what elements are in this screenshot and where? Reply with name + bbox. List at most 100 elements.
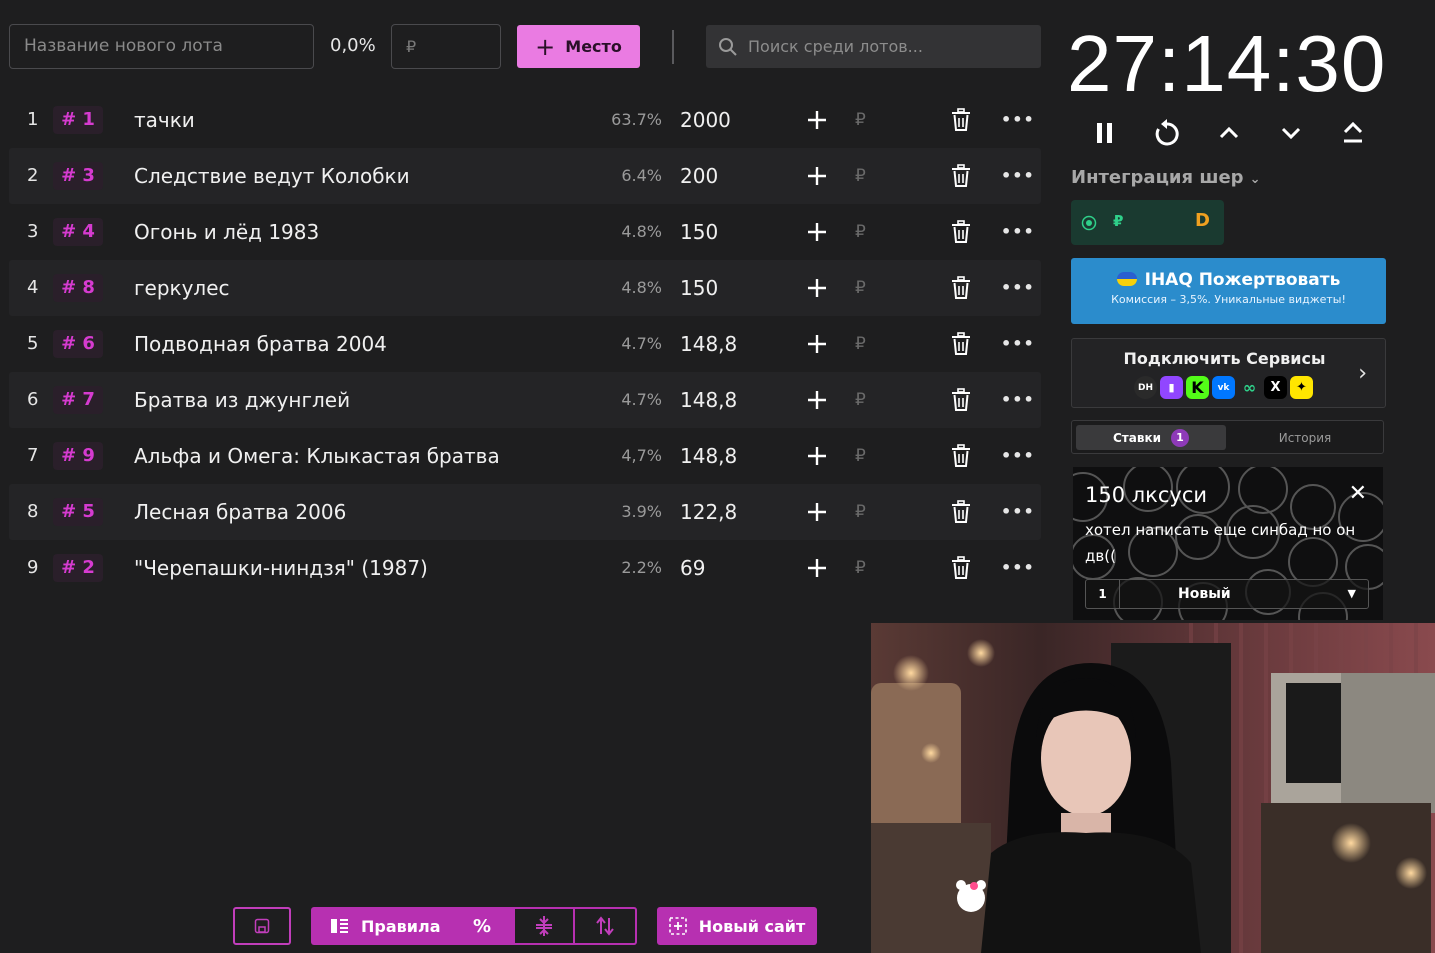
new-lot-amount-input[interactable]: ₽	[391, 24, 501, 69]
payment-integration[interactable]: ₽ D	[1071, 200, 1224, 245]
new-lot-percent: 0,0%	[330, 35, 376, 56]
lot-amount[interactable]: 122,8	[680, 484, 737, 540]
services-title: Подключить Сервисы	[1123, 349, 1326, 368]
more-icon[interactable]: •••	[1001, 204, 1035, 260]
trash-icon[interactable]	[951, 276, 971, 300]
lot-amount[interactable]: 150	[680, 260, 718, 316]
lot-name[interactable]: Лесная братва 2006	[134, 484, 346, 540]
trash-icon[interactable]	[951, 332, 971, 356]
donate-banner[interactable]: IHAQ Пожертвовать Комиссия – 3,5%. Уника…	[1071, 258, 1386, 324]
amount-input[interactable]: ₽	[855, 484, 866, 540]
lot-percent: 4.7%	[621, 390, 662, 409]
lot-amount[interactable]: 150	[680, 204, 718, 260]
bid-footer: 1 Новый ▼	[1085, 579, 1369, 609]
lot-amount[interactable]: 200	[680, 148, 718, 204]
add-amount-icon[interactable]	[805, 108, 829, 132]
add-amount-icon[interactable]	[805, 276, 829, 300]
add-amount-icon[interactable]	[805, 500, 829, 524]
lot-row[interactable]: 2 # 3 Следствие ведут Колобки 6.4% 200 ₽…	[9, 148, 1041, 204]
lot-row[interactable]: 3 # 4 Огонь и лёд 1983 4.8% 150 ₽ •••	[9, 204, 1041, 260]
lot-name[interactable]: Следствие ведут Колобки	[134, 148, 410, 204]
new-lot-name-input[interactable]: Название нового лота	[9, 24, 314, 69]
amount-input[interactable]: ₽	[855, 372, 866, 428]
new-site-button[interactable]: Новый сайт	[657, 907, 817, 945]
lot-amount[interactable]: 148,8	[680, 316, 737, 372]
connect-services[interactable]: Подключить Сервисы DH ▮ K vk ∞ X ✦ ›	[1071, 338, 1386, 408]
lot-name[interactable]: Подводная братва 2004	[134, 316, 387, 372]
lot-amount[interactable]: 148,8	[680, 428, 737, 484]
amount-input[interactable]: ₽	[855, 204, 866, 260]
integration-dropdown[interactable]: Интеграция шер ⌄	[1071, 167, 1260, 188]
chevron-down-icon[interactable]	[1276, 118, 1306, 148]
trash-icon[interactable]	[951, 164, 971, 188]
more-icon[interactable]: •••	[1001, 316, 1035, 372]
ruble-icon: ₽	[1113, 212, 1124, 230]
add-amount-icon[interactable]	[805, 164, 829, 188]
lot-row[interactable]: 5 # 6 Подводная братва 2004 4.7% 148,8 ₽…	[9, 316, 1041, 372]
lot-amount[interactable]: 2000	[680, 92, 731, 148]
reset-icon[interactable]	[1152, 118, 1182, 148]
lot-name[interactable]: Огонь и лёд 1983	[134, 204, 319, 260]
trash-icon[interactable]	[951, 444, 971, 468]
trash-icon[interactable]	[951, 500, 971, 524]
bids-tabs: Ставки 1 История	[1071, 420, 1384, 454]
trash-icon[interactable]	[951, 556, 971, 580]
chevron-up-icon[interactable]	[1214, 118, 1244, 148]
sort-button[interactable]	[575, 907, 637, 945]
add-lot-button[interactable]: + Место	[517, 25, 640, 68]
trash-icon[interactable]	[951, 108, 971, 132]
lot-name[interactable]: геркулес	[134, 260, 230, 316]
more-icon[interactable]: •••	[1001, 92, 1035, 148]
more-icon[interactable]: •••	[1001, 260, 1035, 316]
twitch-icon: ▮	[1160, 376, 1183, 399]
lot-row[interactable]: 1 # 1 тачки 63.7% 2000 ₽ •••	[9, 92, 1041, 148]
amount-input[interactable]: ₽	[855, 540, 866, 596]
add-frame-icon	[668, 917, 687, 935]
tab-bids[interactable]: Ставки 1	[1076, 425, 1226, 450]
add-amount-icon[interactable]	[805, 444, 829, 468]
lot-row[interactable]: 8 # 5 Лесная братва 2006 3.9% 122,8 ₽ ••…	[9, 484, 1041, 540]
lot-index: 2	[27, 165, 39, 186]
lot-index: 3	[27, 221, 39, 242]
percent-icon[interactable]: %	[473, 916, 491, 937]
amount-input[interactable]: ₽	[855, 316, 866, 372]
lot-index: 1	[27, 109, 39, 130]
add-amount-icon[interactable]	[805, 556, 829, 580]
amount-input[interactable]: ₽	[855, 260, 866, 316]
amount-input[interactable]: ₽	[855, 148, 866, 204]
more-icon[interactable]: •••	[1001, 428, 1035, 484]
close-icon[interactable]: ✕	[1349, 481, 1367, 506]
lot-name[interactable]: "Черепашки-ниндзя" (1987)	[134, 540, 428, 596]
search-input[interactable]: Поиск среди лотов...	[706, 25, 1041, 68]
bid-lot-select[interactable]: Новый	[1178, 580, 1231, 608]
lot-row[interactable]: 6 # 7 Братва из джунглей 4.7% 148,8 ₽ ••…	[9, 372, 1041, 428]
lot-name[interactable]: Альфа и Омега: Клыкастая братва	[134, 428, 500, 484]
add-amount-icon[interactable]	[805, 220, 829, 244]
pause-icon[interactable]	[1090, 118, 1120, 148]
trash-icon[interactable]	[951, 220, 971, 244]
lot-amount[interactable]: 148,8	[680, 372, 737, 428]
lot-row[interactable]: 9 # 2 "Черепашки-ниндзя" (1987) 2.2% 69 …	[9, 540, 1041, 596]
add-amount-icon[interactable]	[805, 332, 829, 356]
trash-icon[interactable]	[951, 388, 971, 412]
more-icon[interactable]: •••	[1001, 484, 1035, 540]
tab-history[interactable]: История	[1230, 425, 1380, 450]
lot-amount[interactable]: 69	[680, 540, 705, 596]
compact-button[interactable]	[513, 907, 575, 945]
add-amount-icon[interactable]	[805, 388, 829, 412]
lot-name[interactable]: Братва из джунглей	[134, 372, 350, 428]
lot-row[interactable]: 4 # 8 геркулес 4.8% 150 ₽ •••	[9, 260, 1041, 316]
caret-down-icon[interactable]: ▼	[1348, 580, 1356, 608]
radio-on-icon[interactable]	[1081, 215, 1097, 231]
lot-index: 8	[27, 501, 39, 522]
rules-button[interactable]: Правила %	[311, 907, 513, 945]
amount-input[interactable]: ₽	[855, 92, 866, 148]
more-icon[interactable]: •••	[1001, 148, 1035, 204]
more-icon[interactable]: •••	[1001, 540, 1035, 596]
lot-row[interactable]: 7 # 9 Альфа и Омега: Клыкастая братва 4,…	[9, 428, 1041, 484]
more-icon[interactable]: •••	[1001, 372, 1035, 428]
double-chevron-up-icon[interactable]	[1338, 118, 1368, 148]
save-button[interactable]	[233, 907, 291, 945]
amount-input[interactable]: ₽	[855, 428, 866, 484]
lot-name[interactable]: тачки	[134, 92, 195, 148]
